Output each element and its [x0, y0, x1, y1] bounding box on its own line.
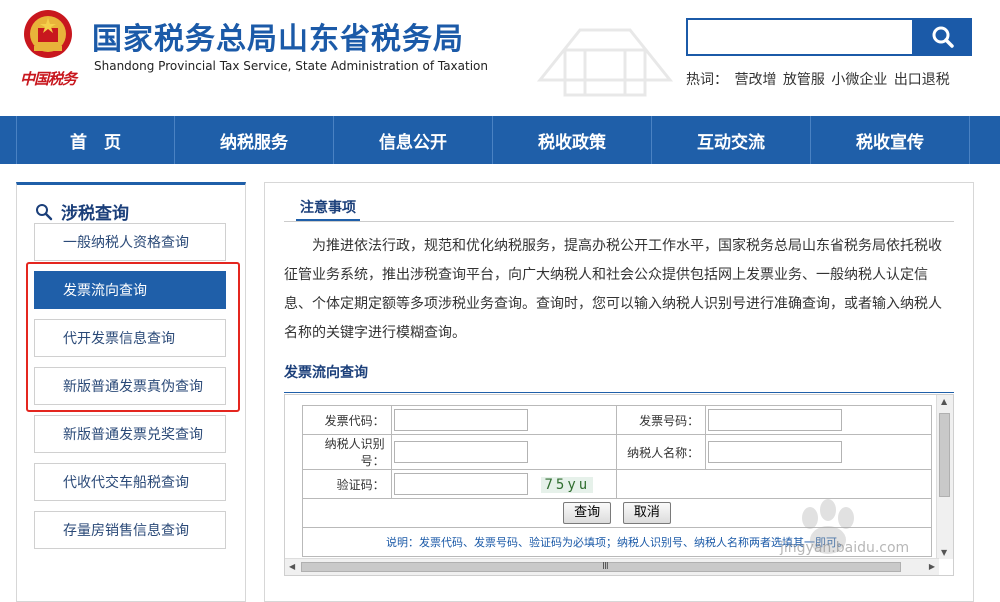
invoice-number-label: 发票号码： — [616, 405, 707, 435]
nav-item-info-disclosure[interactable]: 信息公开 — [334, 116, 493, 164]
site-header: 中国税务 国家税务总局山东省税务局 Shandong Provincial Ta… — [0, 0, 1000, 116]
query-section-title: 发票流向查询 — [284, 365, 368, 381]
baidu-paw-watermark-icon — [802, 499, 854, 554]
taxpayer-id-label: 纳税人识别号： — [302, 434, 392, 470]
pavilion-watermark-icon — [536, 28, 674, 97]
captcha-field[interactable] — [393, 473, 528, 495]
invoice-number-field[interactable] — [708, 409, 843, 431]
scroll-grip-icon: III — [602, 561, 609, 572]
nav-item-home[interactable]: 首 页 — [16, 116, 175, 164]
sidebar-item-general-taxpayer[interactable]: 一般纳税人资格查询 — [34, 223, 226, 261]
site-title: 国家税务总局山东省税务局 — [92, 22, 464, 57]
captcha-image[interactable]: 75yu — [541, 476, 594, 493]
nav-item-interaction[interactable]: 互动交流 — [652, 116, 811, 164]
sidebar-item-invoice-prize[interactable]: 新版普通发票兑奖查询 — [34, 415, 226, 453]
search-input[interactable] — [686, 18, 914, 56]
nav-item-tax-publicity[interactable]: 税收宣传 — [811, 116, 970, 164]
hotword-link[interactable]: 小微企业 — [831, 72, 887, 88]
hotword-link[interactable]: 营改增 — [734, 72, 776, 88]
query-button[interactable]: 查询 — [563, 502, 612, 524]
query-divider — [284, 392, 954, 393]
search-icon — [932, 26, 954, 48]
nav-item-tax-service[interactable]: 纳税服务 — [175, 116, 334, 164]
cancel-button[interactable]: 取消 — [622, 502, 671, 524]
invoice-code-label: 发票代码： — [302, 405, 392, 435]
notice-divider — [284, 221, 954, 222]
notice-tab: 注意事项 — [296, 197, 360, 221]
sidebar-title-text: 涉税查询 — [61, 204, 129, 224]
sidebar-title: 涉税查询 — [35, 199, 129, 224]
search-button[interactable] — [914, 18, 972, 56]
taxpayer-id-field[interactable] — [393, 441, 528, 463]
hotword-link[interactable]: 出口退税 — [894, 72, 950, 88]
captcha-label: 验证码： — [302, 469, 392, 499]
taxpayer-name-label: 纳税人名称： — [616, 434, 707, 470]
baidu-watermark-text: jingyan.baidu.com — [780, 540, 910, 556]
hotword-link[interactable]: 放管服 — [783, 72, 825, 88]
main-nav: 首 页 纳税服务 信息公开 税收政策 互动交流 税收宣传 — [0, 116, 1000, 164]
invoice-code-field[interactable] — [393, 409, 528, 431]
national-emblem-icon — [24, 10, 72, 58]
hotwords-bar: 热词： 营改增 放管服 小微企业 出口退税 — [686, 69, 952, 89]
vertical-scroll-thumb[interactable] — [939, 413, 950, 497]
sidebar-item-vessel-tax[interactable]: 代收代交车船税查询 — [34, 463, 226, 501]
hotwords-label: 热词： — [686, 72, 728, 88]
nav-item-tax-policy[interactable]: 税收政策 — [493, 116, 652, 164]
notice-paragraph: 为推进依法行政，规范和优化纳税服务，提高办税公开工作水平，国家税务总局山东省税务… — [284, 238, 942, 341]
taxpayer-name-field[interactable] — [708, 441, 843, 463]
brand-script-logo: 中国税务 — [20, 70, 77, 88]
highlight-annotation-box — [26, 262, 240, 412]
site-subtitle: Shandong Provincial Tax Service, State A… — [94, 59, 489, 73]
scroll-up-arrow-icon[interactable]: ▲ — [941, 397, 947, 406]
search-icon — [36, 203, 53, 220]
scroll-left-arrow-icon[interactable]: ◀ — [289, 562, 295, 571]
sidebar-item-housing-sales[interactable]: 存量房销售信息查询 — [34, 511, 226, 549]
